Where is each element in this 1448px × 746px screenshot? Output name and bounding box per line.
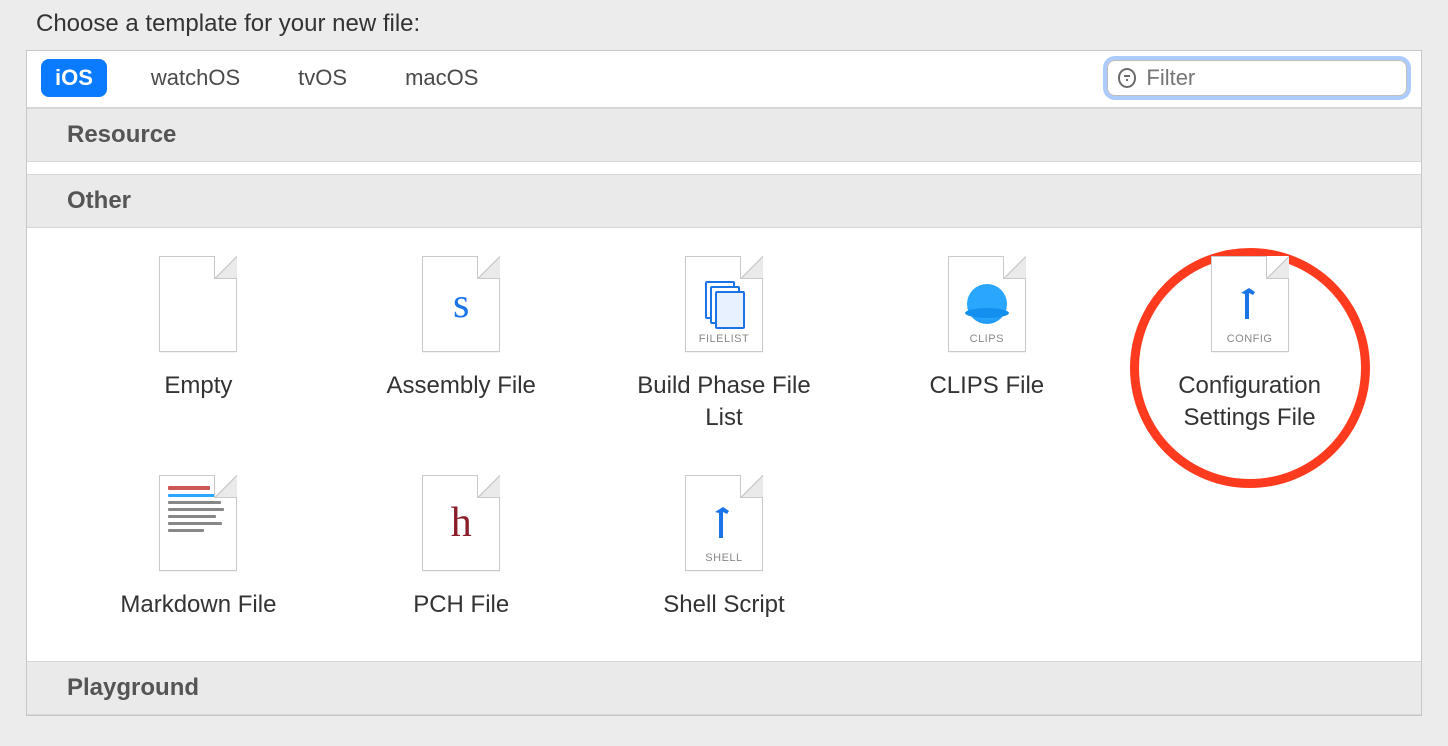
template-markdown-file[interactable]: Markdown File: [67, 475, 330, 621]
file-icon-clips: CLIPS: [948, 256, 1026, 352]
file-icon-pch: h: [422, 475, 500, 571]
tab-macos[interactable]: macOS: [391, 59, 492, 97]
icon-caption: SHELL: [686, 552, 762, 564]
file-icon-config: CONFIG: [1211, 256, 1289, 352]
file-icon-filelist: FILELIST: [685, 256, 763, 352]
template-label: Empty: [164, 370, 232, 402]
template-label: Build Phase File List: [619, 370, 829, 435]
clips-ball-icon: [967, 284, 1007, 324]
file-icon-shell: SHELL: [685, 475, 763, 571]
hammer-icon: [1235, 285, 1265, 323]
template-grid-other: Empty s Assembly File FILELIST Build Pha…: [27, 228, 1421, 661]
icon-caption: CLIPS: [949, 333, 1025, 345]
icon-caption: FILELIST: [686, 333, 762, 345]
template-configuration-settings-file[interactable]: CONFIG Configuration Settings File: [1118, 256, 1381, 435]
section-header-other: Other: [27, 174, 1421, 228]
template-build-phase-file-list[interactable]: FILELIST Build Phase File List: [593, 256, 856, 435]
template-label: PCH File: [413, 589, 509, 621]
file-icon-empty: [159, 256, 237, 352]
template-shell-script[interactable]: SHELL Shell Script: [593, 475, 856, 621]
template-label: Shell Script: [663, 589, 784, 621]
sheet-title: Choose a template for your new file:: [0, 6, 1448, 50]
hammer-icon: [709, 504, 739, 542]
tab-tvos[interactable]: tvOS: [284, 59, 361, 97]
template-assembly-file[interactable]: s Assembly File: [330, 256, 593, 435]
filter-icon: [1118, 68, 1136, 88]
template-clips-file[interactable]: CLIPS CLIPS File: [855, 256, 1118, 435]
platform-tabs: iOS watchOS tvOS macOS: [41, 59, 492, 97]
template-label: Configuration Settings File: [1145, 370, 1355, 435]
tab-watchos[interactable]: watchOS: [137, 59, 254, 97]
glyph-s-icon: s: [453, 283, 469, 325]
file-icon-markdown: [159, 475, 237, 571]
template-label: CLIPS File: [929, 370, 1044, 402]
filter-input[interactable]: [1146, 65, 1396, 91]
template-label: Markdown File: [120, 589, 276, 621]
filelist-stack-icon: [705, 281, 743, 327]
platform-tabbar: iOS watchOS tvOS macOS: [27, 51, 1421, 108]
markdown-lines-icon: [168, 486, 228, 560]
template-panel: iOS watchOS tvOS macOS Resource Other Em…: [26, 50, 1422, 716]
glyph-h-icon: h: [451, 502, 472, 544]
section-header-resource: Resource: [27, 108, 1421, 162]
icon-caption: CONFIG: [1212, 333, 1288, 345]
template-pch-file[interactable]: h PCH File: [330, 475, 593, 621]
tab-ios[interactable]: iOS: [41, 59, 107, 97]
filter-field[interactable]: [1107, 60, 1407, 96]
template-label: Assembly File: [387, 370, 536, 402]
template-chooser-sheet: Choose a template for your new file: iOS…: [0, 0, 1448, 716]
file-icon-assembly: s: [422, 256, 500, 352]
section-header-playground: Playground: [27, 661, 1421, 715]
template-empty[interactable]: Empty: [67, 256, 330, 435]
